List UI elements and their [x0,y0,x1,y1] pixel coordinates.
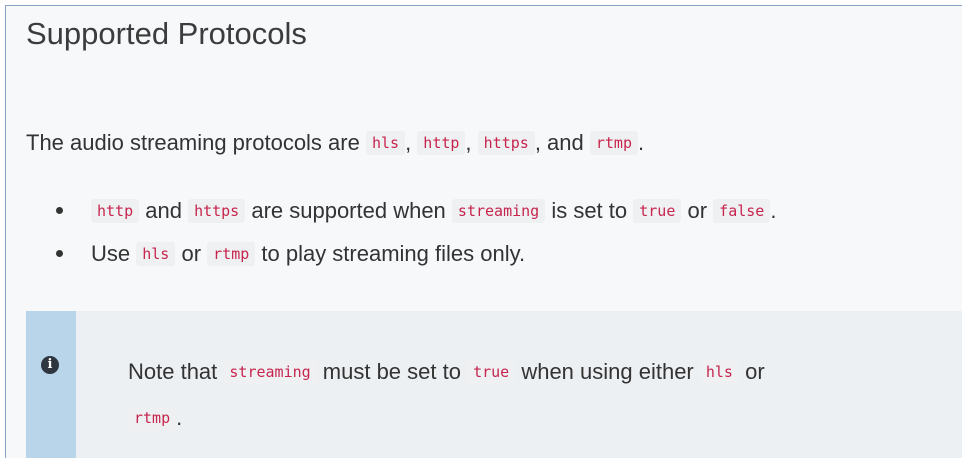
list-item-text: are supported when [245,198,452,223]
code-streaming: streaming [451,199,546,223]
code-https: https [188,199,246,223]
list-item-text: and [139,198,189,223]
code-rtmp: rtmp [128,406,177,430]
note-text-part: or [738,359,765,384]
list-item-text: or [175,241,208,266]
code-hls: hls [136,242,176,266]
code-https: https [477,131,535,155]
protocol-list: http and https are supported when stream… [6,189,776,275]
note-accent-bar: i [26,311,76,458]
note-text-part: must be set to [316,359,468,384]
intro-text: . [637,130,645,155]
page-title: Supported Protocols [26,16,307,51]
note-text-part: Note that [128,359,224,384]
note-callout: i Note that streaming must be set to tru… [26,311,962,458]
list-item-text: Use [91,241,137,266]
bullet-dot-icon [56,250,63,257]
info-circle-icon: i [41,356,59,374]
list-item-text: . [770,198,777,223]
bullet-dot-icon [56,207,63,214]
list-item: http and https are supported when stream… [6,189,776,232]
code-false: false [713,199,771,223]
code-rtmp: rtmp [207,242,256,266]
intro-text: , and [534,130,590,155]
intro-text: The audio streaming protocols are [26,130,366,155]
code-streaming: streaming [223,360,317,384]
note-text: Note that streaming must be set to true … [128,349,948,441]
code-true: true [467,360,516,384]
intro-paragraph: The audio streaming protocols are hls, h… [26,130,644,156]
note-text-part: when using either [515,359,700,384]
list-item: Use hls or rtmp to play streaming files … [6,232,776,275]
code-true: true [633,199,682,223]
code-rtmp: rtmp [589,131,638,155]
intro-text: , [405,130,418,155]
note-text-part: . [176,405,183,430]
code-hls: hls [699,360,739,384]
list-item-text: to play streaming files only. [255,241,526,266]
list-item-text: or [681,198,714,223]
list-item-text: is set to [545,198,634,223]
doc-panel: Supported Protocols The audio streaming … [5,5,962,458]
code-http: http [91,199,140,223]
code-hls: hls [365,131,406,155]
intro-text: , [465,130,478,155]
code-http: http [417,131,466,155]
